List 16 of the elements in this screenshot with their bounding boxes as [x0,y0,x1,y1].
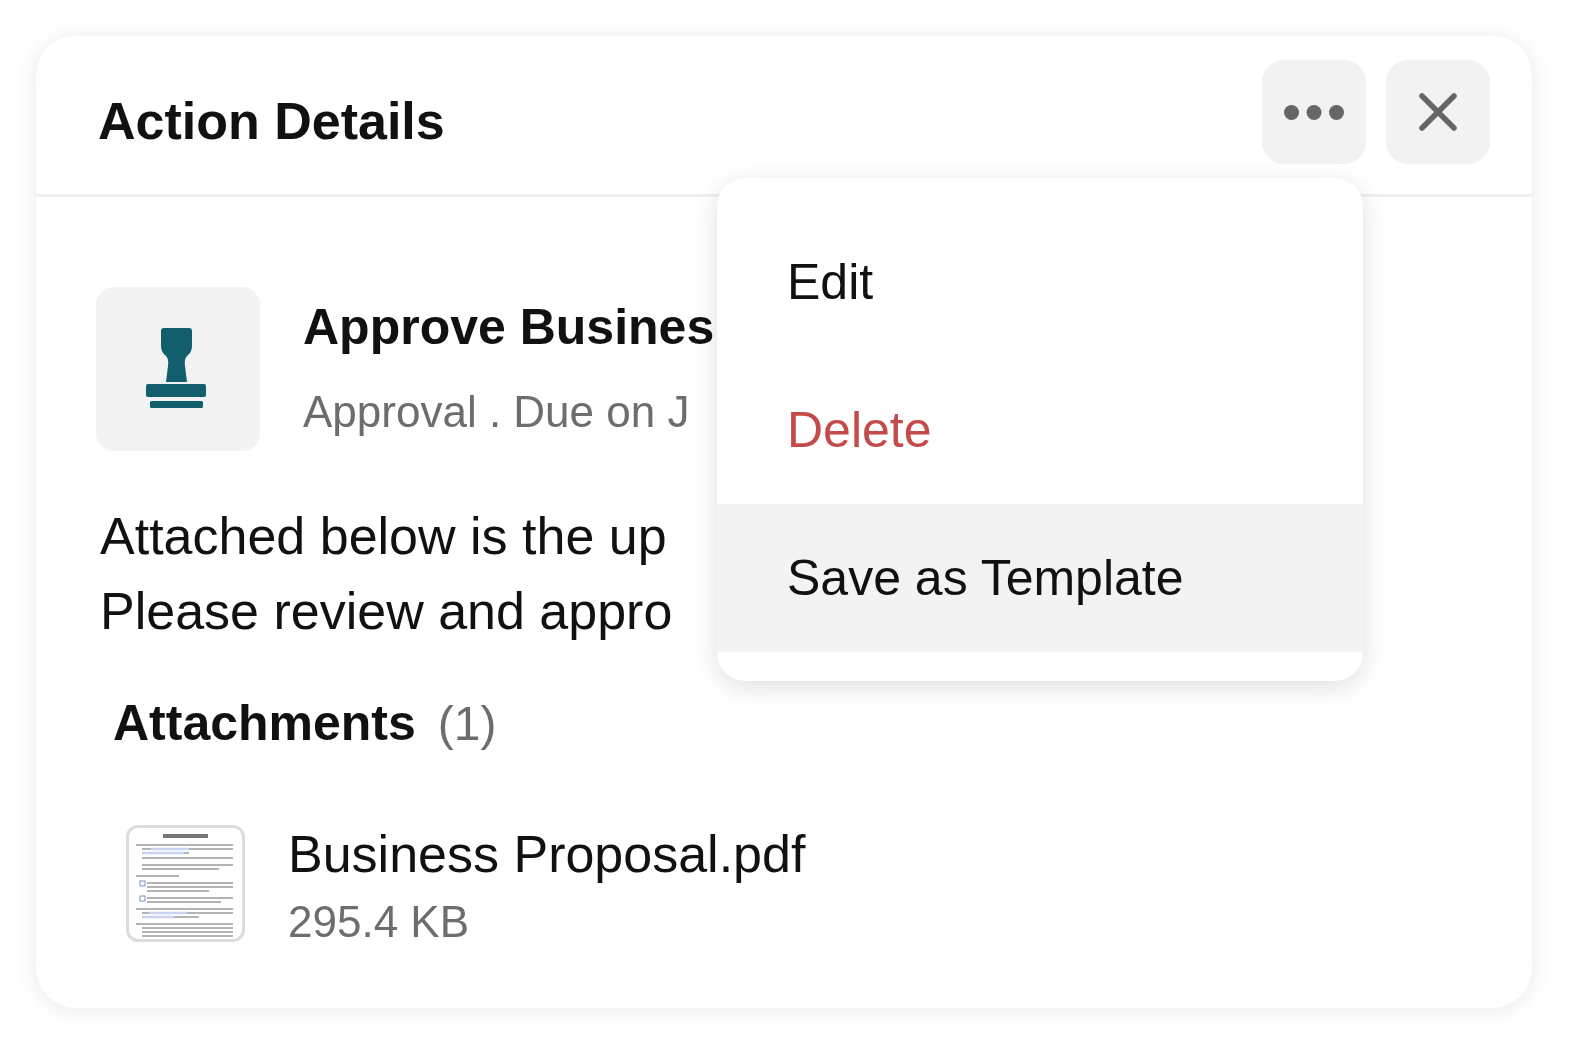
menu-item[interactable]: Delete [717,356,1363,504]
close-icon [1419,93,1457,131]
attachments-heading: Attachments [113,694,416,753]
more-options-button[interactable] [1262,60,1366,164]
ellipsis-icon [1284,104,1344,120]
panel-title: Action Details [98,91,445,152]
attachment-count: (1) [437,696,497,752]
close-button[interactable] [1386,60,1490,164]
action-meta-text: Approval . Due on J [303,386,690,438]
stamp-icon [96,287,260,451]
file-name[interactable]: Business Proposal.pdf [288,823,806,885]
action-title: Approve Busines [303,298,715,357]
menu-item[interactable]: Edit [717,208,1363,356]
file-size: 295.4 KB [288,896,470,948]
menu-item[interactable]: Save as Template [717,504,1363,652]
description-text: Attached below is the up Please review and appro [100,506,673,642]
